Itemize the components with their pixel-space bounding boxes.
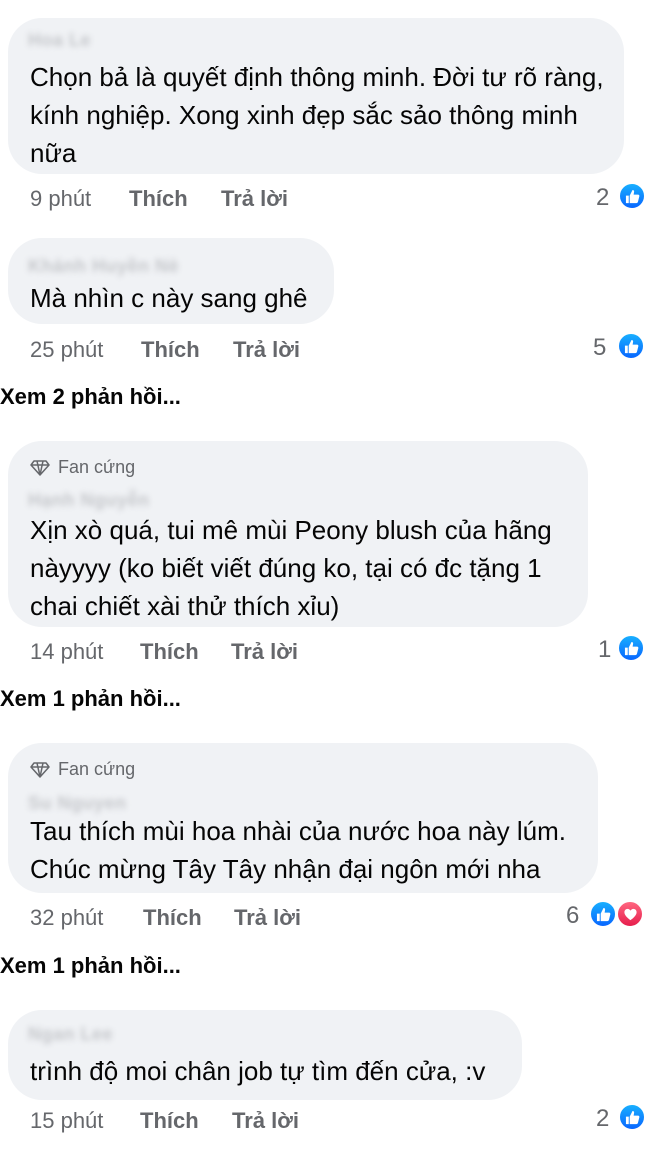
like-icon[interactable] bbox=[618, 182, 646, 210]
reaction-count[interactable]: 2 bbox=[596, 1105, 609, 1133]
view-replies-link[interactable]: Xem 2 phản hồi... bbox=[0, 384, 181, 410]
reply-button[interactable]: Trả lời bbox=[221, 186, 288, 212]
comment-author[interactable]: Hạnh Nguyễn bbox=[28, 490, 150, 511]
reaction-count[interactable]: 2 bbox=[596, 184, 609, 212]
fan-badge-label: Fan cứng bbox=[58, 457, 136, 477]
like-button[interactable]: Thích bbox=[141, 337, 200, 363]
view-replies-link[interactable]: Xem 1 phản hồi... bbox=[0, 953, 181, 979]
comment-text: trình độ moi chân job tự tìm đến cửa, :v bbox=[30, 1056, 486, 1086]
reply-button[interactable]: Trả lời bbox=[233, 337, 300, 363]
love-icon[interactable] bbox=[616, 900, 644, 928]
reply-button[interactable]: Trả lời bbox=[232, 1108, 299, 1134]
comment-time[interactable]: 9 phút bbox=[30, 186, 91, 212]
comment-time[interactable]: 15 phút bbox=[30, 1108, 103, 1134]
diamond-icon bbox=[30, 761, 50, 778]
reaction-count[interactable]: 6 bbox=[566, 902, 579, 930]
like-button[interactable]: Thích bbox=[143, 905, 202, 931]
fan-badge: Fan cứng bbox=[30, 457, 135, 478]
comment-time[interactable]: 14 phút bbox=[30, 639, 103, 665]
comment-text: Xịn xò quá, tui mê mùi Peony blush của h… bbox=[30, 515, 552, 621]
like-button[interactable]: Thích bbox=[140, 1108, 199, 1134]
reply-button[interactable]: Trả lời bbox=[234, 905, 301, 931]
comment-text: Mà nhìn c này sang ghê bbox=[30, 283, 308, 313]
comment-time[interactable]: 32 phút bbox=[30, 905, 103, 931]
comment-time[interactable]: 25 phút bbox=[30, 337, 103, 363]
comment-text: Chọn bả là quyết định thông minh. Đời tư… bbox=[30, 62, 604, 168]
comment-text: Tau thích mùi hoa nhài của nước hoa này … bbox=[30, 816, 566, 884]
fan-badge-label: Fan cứng bbox=[58, 759, 136, 779]
fan-badge: Fan cứng bbox=[30, 759, 135, 780]
like-icon[interactable] bbox=[618, 1103, 646, 1131]
like-icon[interactable] bbox=[589, 900, 617, 928]
comment-author[interactable]: Su Nguyen bbox=[28, 793, 127, 814]
comment-author[interactable]: Khánh Huyền Nè bbox=[28, 256, 179, 277]
like-button[interactable]: Thích bbox=[140, 639, 199, 665]
view-replies-link[interactable]: Xem 1 phản hồi... bbox=[0, 686, 181, 712]
reaction-count[interactable]: 5 bbox=[593, 334, 606, 362]
comment-author[interactable]: Hoa Le bbox=[28, 30, 91, 51]
reply-button[interactable]: Trả lời bbox=[231, 639, 298, 665]
like-icon[interactable] bbox=[617, 332, 645, 360]
diamond-icon bbox=[30, 459, 50, 476]
comment-author[interactable]: Ngan Lee bbox=[28, 1024, 113, 1045]
like-icon[interactable] bbox=[617, 634, 645, 662]
reaction-count[interactable]: 1 bbox=[598, 636, 611, 664]
like-button[interactable]: Thích bbox=[129, 186, 188, 212]
